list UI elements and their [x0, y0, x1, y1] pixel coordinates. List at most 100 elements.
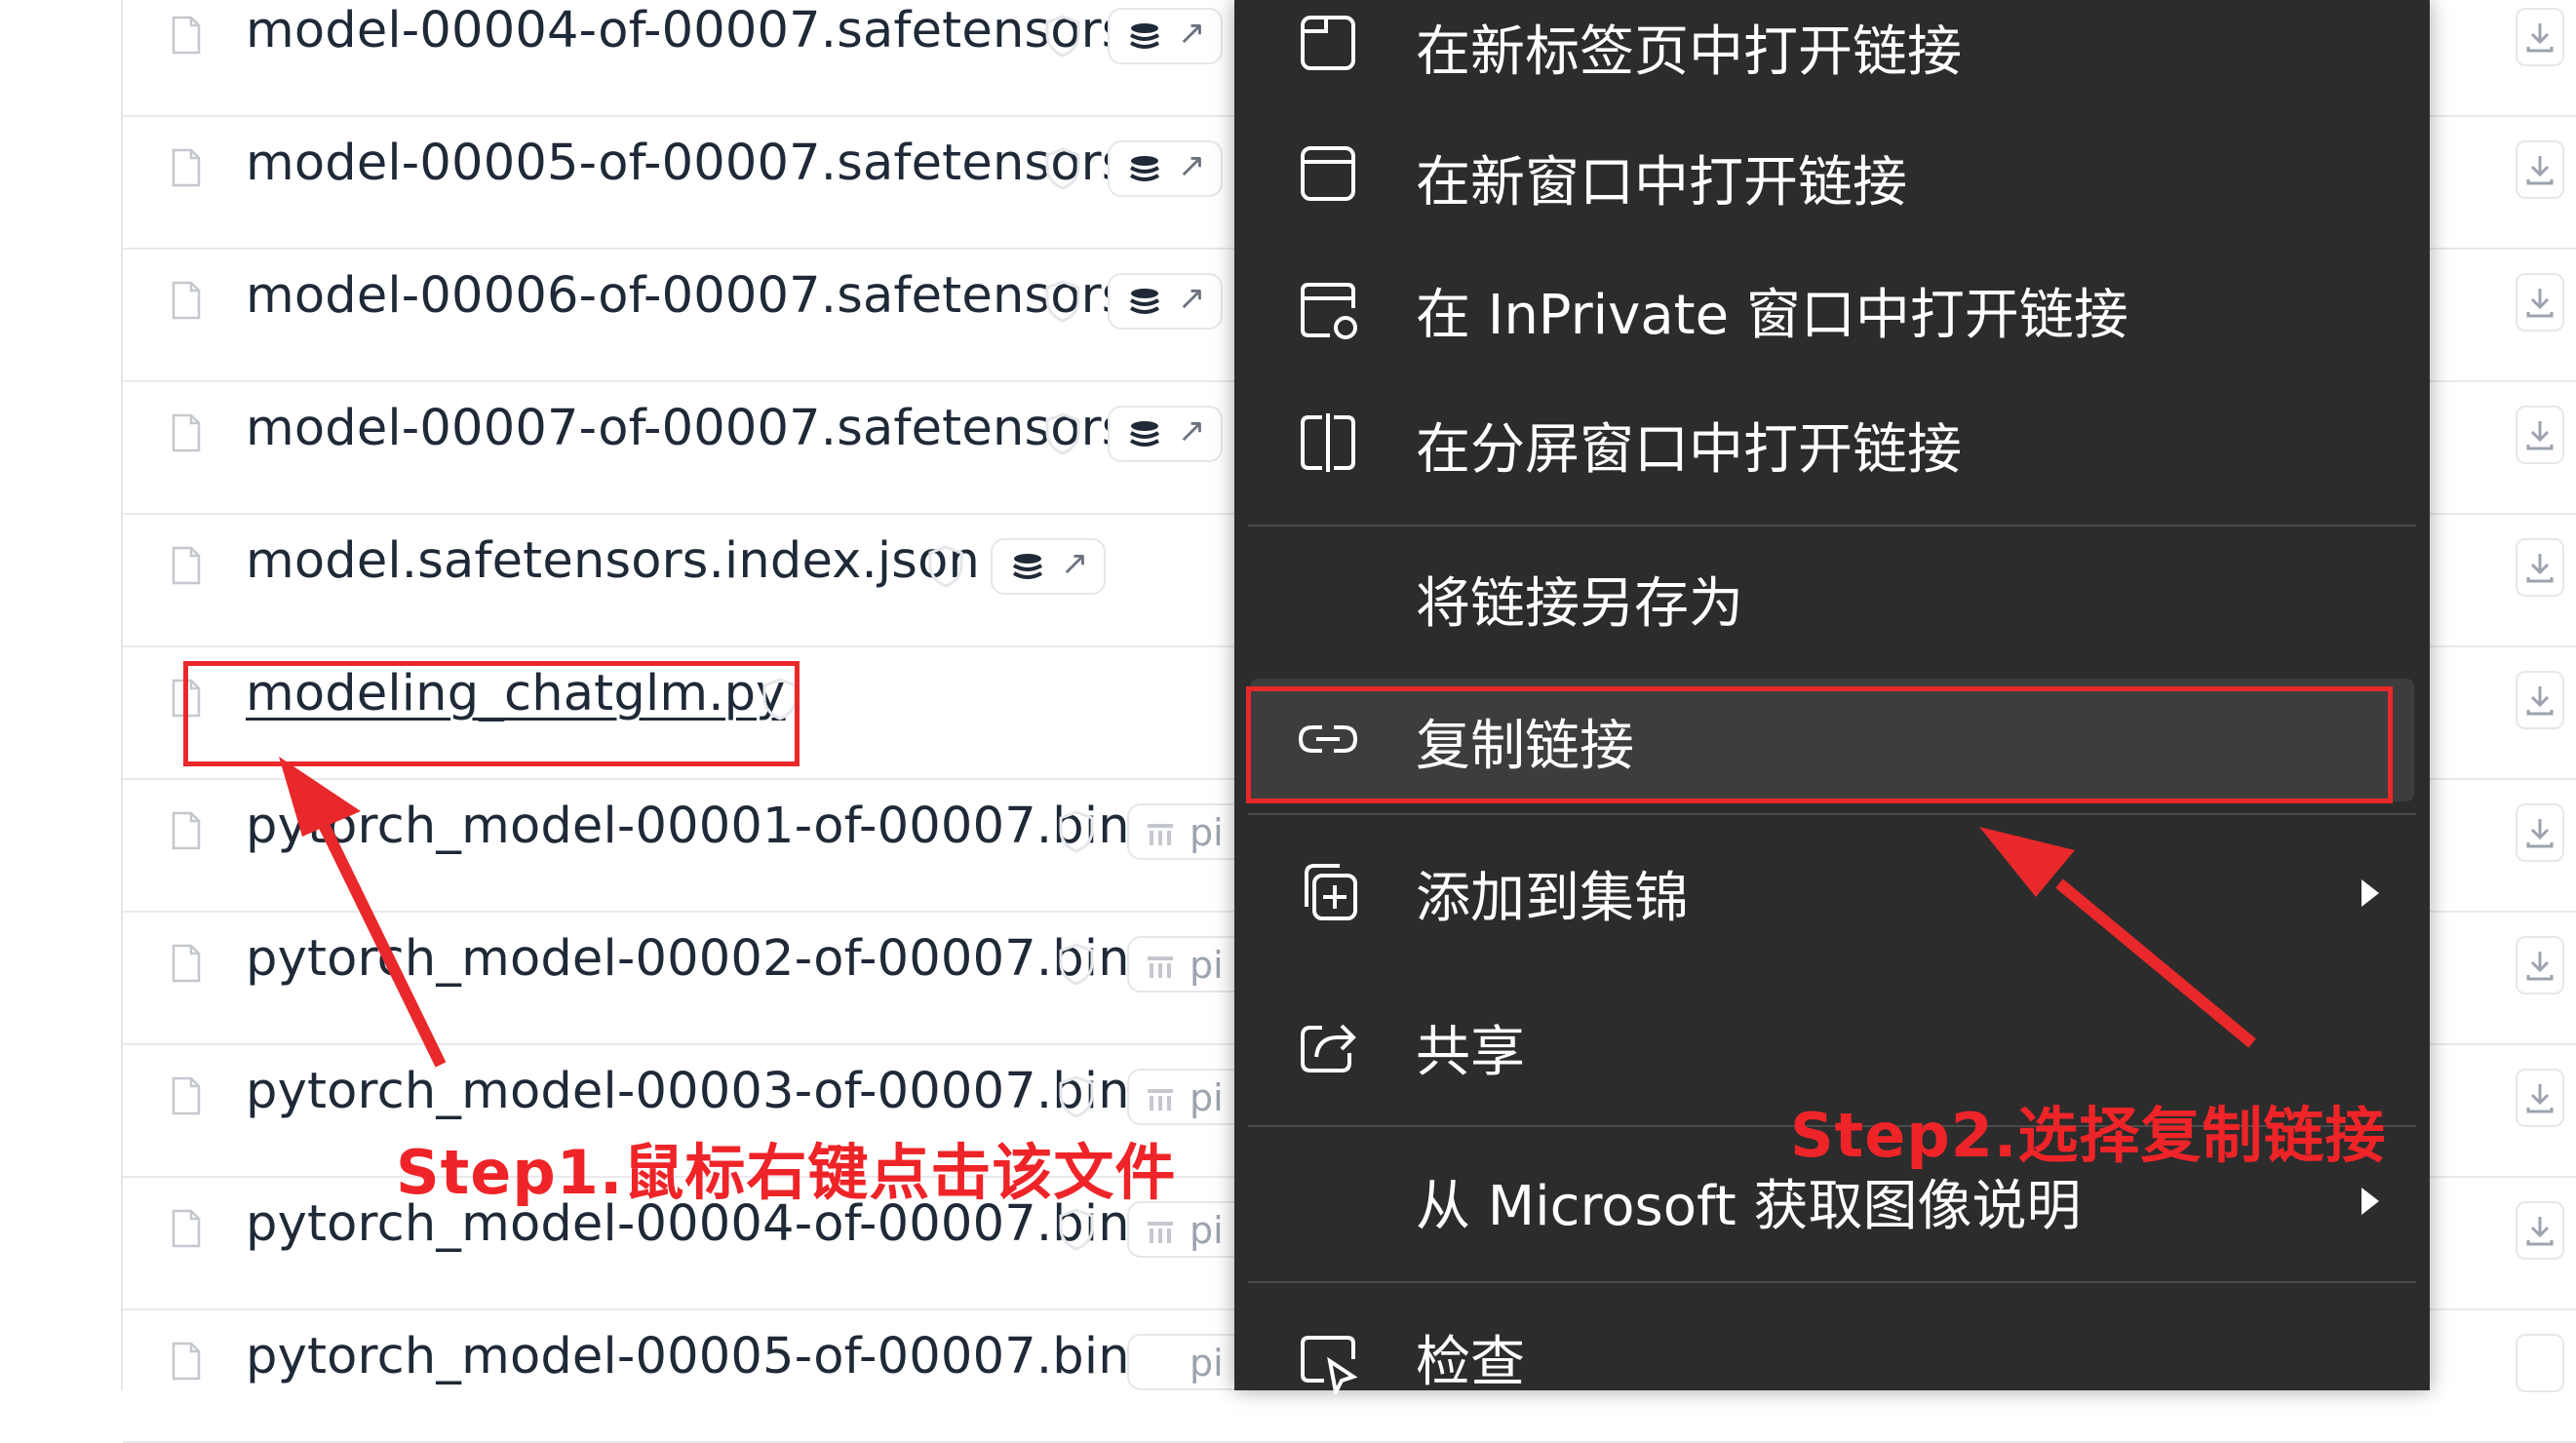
download-button[interactable] [2516, 671, 2564, 729]
file-icon [172, 16, 201, 55]
pickle-badge-label: pi [1190, 1076, 1224, 1119]
security-shield-icon [1059, 1075, 1094, 1118]
file-icon [172, 148, 201, 187]
safetensors-badge[interactable]: ↗ [1108, 140, 1223, 197]
menu-item-label: 在分屏窗口中打开链接 [1416, 418, 1962, 482]
menu-separator [1248, 813, 2416, 815]
download-button[interactable] [2516, 803, 2564, 862]
file-name[interactable]: model-00006-of-00007.safetensors [246, 267, 1128, 325]
pickle-icon [1148, 824, 1173, 845]
layers-icon [1130, 289, 1159, 314]
menu-item-label: 从 Microsoft 获取图像说明 [1416, 1175, 2082, 1238]
step2-highlight-box [1246, 686, 2393, 803]
menu-item-label: 将链接另存为 [1416, 572, 1743, 636]
file-name[interactable]: pytorch_model-00003-of-00007.bin [246, 1063, 1130, 1120]
download-icon [2526, 421, 2554, 450]
download-icon [2526, 156, 2554, 185]
file-icon [172, 281, 201, 320]
file-name[interactable]: pytorch_model-00005-of-00007.bin [246, 1328, 1130, 1385]
file-icon [172, 811, 201, 850]
download-icon [2526, 554, 2554, 583]
download-button[interactable] [2516, 1069, 2564, 1127]
menu-item-label: 添加到集锦 [1416, 867, 1689, 930]
download-icon [2526, 819, 2554, 848]
menu-separator [1248, 1281, 2416, 1283]
download-icon [2526, 952, 2554, 981]
menu-separator [1248, 525, 2416, 526]
menu-item-label: 在新标签页中打开链接 [1416, 20, 1962, 84]
download-button[interactable] [2516, 1201, 2564, 1260]
download-icon [2526, 1217, 2554, 1246]
inprivate-window-icon [1301, 283, 1357, 339]
menu-item-open-in-split-screen[interactable]: 在分屏窗口中打开链接 [1234, 382, 2430, 509]
download-icon [2526, 1084, 2554, 1113]
step1-highlight-box [183, 661, 800, 766]
security-shield-icon [1045, 280, 1080, 323]
submenu-arrow-icon [2361, 879, 2379, 907]
download-button[interactable] [2516, 1334, 2564, 1392]
download-icon [2526, 686, 2554, 716]
external-link-icon: ↗ [1178, 14, 1206, 53]
file-icon [172, 944, 201, 983]
download-button[interactable] [2516, 538, 2564, 597]
menu-item-open-inprivate[interactable]: 在 InPrivate 窗口中打开链接 [1234, 248, 2430, 374]
menu-item-save-link-as[interactable]: 将链接另存为 [1234, 536, 2430, 663]
download-icon [2526, 289, 2554, 318]
safetensors-badge[interactable]: ↗ [991, 538, 1106, 595]
download-button[interactable] [2516, 273, 2564, 332]
layers-icon [1130, 23, 1159, 49]
file-icon [172, 413, 201, 452]
menu-item-open-in-new-window[interactable]: 在新窗口中打开链接 [1234, 115, 2430, 242]
download-button[interactable] [2516, 8, 2564, 66]
external-link-icon: ↗ [1178, 411, 1206, 450]
pickle-badge-label: pi [1190, 1209, 1224, 1252]
file-name[interactable]: model-00004-of-00007.safetensors [246, 2, 1128, 59]
pickle-icon [1148, 1089, 1173, 1111]
file-icon [172, 546, 201, 585]
inspect-icon [1301, 1336, 1358, 1394]
file-name[interactable]: pytorch_model-00002-of-00007.bin [246, 930, 1130, 988]
pickle-badge-label: pi [1190, 1342, 1224, 1384]
file-name[interactable]: model-00005-of-00007.safetensors [246, 135, 1128, 192]
menu-item-inspect[interactable]: 检查 [1234, 1293, 2430, 1420]
new-tab-icon [1301, 16, 1355, 70]
download-button[interactable] [2516, 936, 2564, 994]
safetensors-badge[interactable]: ↗ [1108, 8, 1223, 64]
external-link-icon: ↗ [1178, 146, 1206, 185]
share-icon [1301, 1024, 1356, 1072]
download-button[interactable] [2516, 406, 2564, 464]
file-icon [172, 1076, 201, 1115]
security-shield-icon [1045, 412, 1080, 455]
layers-icon [1130, 156, 1159, 181]
submenu-arrow-icon [2361, 1188, 2379, 1215]
layers-icon [1130, 421, 1159, 447]
file-name[interactable]: pytorch_model-00001-of-00007.bin [246, 798, 1130, 855]
menu-item-label: 在 InPrivate 窗口中打开链接 [1416, 284, 2128, 347]
security-shield-icon [1059, 1208, 1094, 1251]
pickle-badge-label: pi [1190, 811, 1224, 854]
menu-item-label: 检查 [1416, 1331, 1525, 1394]
layers-icon [1013, 554, 1042, 579]
pickle-icon [1148, 956, 1173, 978]
security-shield-icon [1045, 15, 1080, 58]
pickle-icon [1148, 1222, 1173, 1243]
security-shield-icon [1059, 943, 1094, 986]
download-button[interactable] [2516, 140, 2564, 199]
menu-item-open-in-new-tab[interactable]: 在新标签页中打开链接 [1234, 0, 2430, 107]
security-shield-icon [1045, 147, 1080, 190]
safetensors-badge[interactable]: ↗ [1108, 273, 1223, 330]
menu-item-label: 在新窗口中打开链接 [1416, 151, 1907, 214]
safetensors-badge[interactable]: ↗ [1108, 406, 1223, 462]
new-window-icon [1301, 146, 1355, 201]
split-screen-icon [1301, 413, 1355, 472]
step2-annotation: Step2.选择复制链接 [1790, 1100, 2387, 1171]
menu-item-add-to-collections[interactable]: 添加到集锦 [1234, 831, 2430, 957]
file-icon [172, 1209, 201, 1248]
file-icon [172, 1342, 201, 1381]
download-icon [2526, 23, 2554, 53]
file-name[interactable]: model.safetensors.index.json [246, 532, 980, 590]
add-to-collections-icon [1305, 864, 1357, 920]
menu-item-label: 共享 [1416, 1021, 1525, 1084]
file-name[interactable]: model-00007-of-00007.safetensors [246, 400, 1128, 457]
security-shield-icon [928, 545, 963, 588]
